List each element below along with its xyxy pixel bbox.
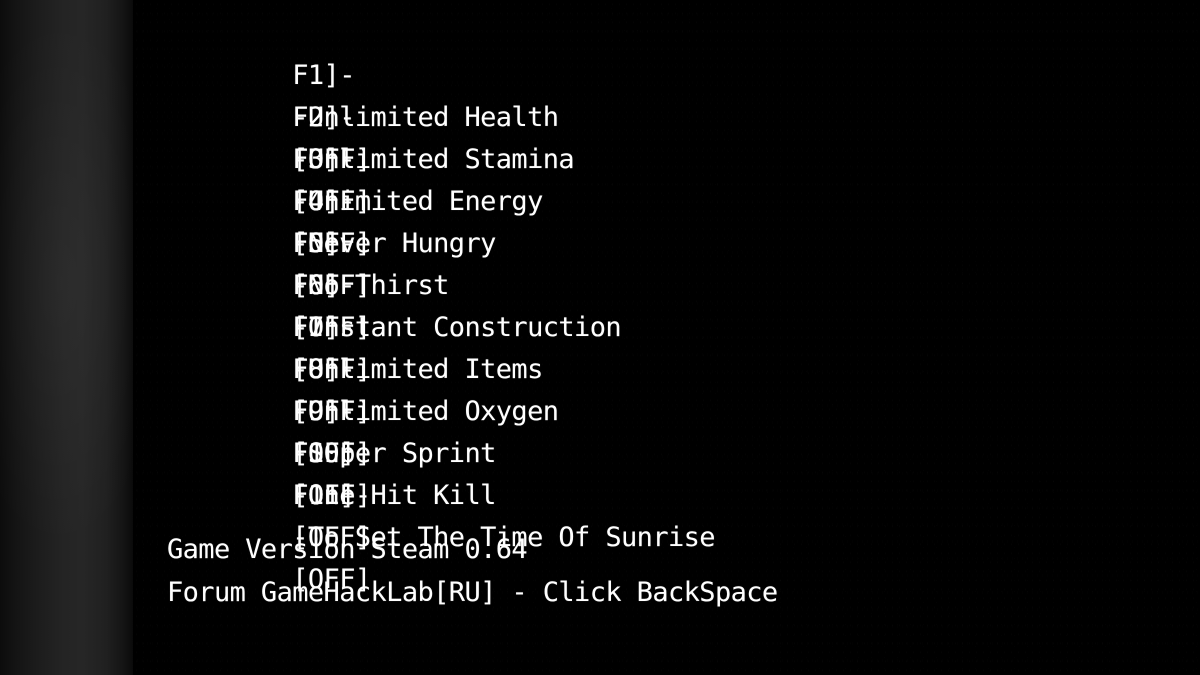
cheat-row[interactable]: F5]- -No Thirst [OFF] (167, 181, 827, 343)
cheat-row[interactable]: F9]- -Super Sprint [OFF] (167, 349, 827, 511)
cheat-row[interactable]: F6]- -Instant Construction [OFF] (167, 223, 827, 385)
cheat-list: F1]- -Unlimited Health [OFF] F2]- -Unlim… (167, 13, 827, 595)
cheat-row[interactable]: F7]- -Unlimited Items [OFF] (167, 265, 827, 427)
trainer-overlay: F1]- -Unlimited Health [OFF] F2]- -Unlim… (0, 0, 1200, 675)
forum-credit-line: Forum GameHackLab[RU] - Click BackSpace (167, 577, 778, 608)
cheat-row[interactable]: F2]- -Unlimited Stamina [OFF] (167, 55, 827, 217)
cheat-row[interactable]: F4]- -Never Hungry [OFF] (167, 139, 827, 301)
cheat-hotkey: F11]- (292, 480, 371, 511)
cheat-row[interactable]: F10]- -One Hit Kill [OFF] (167, 391, 827, 553)
cheat-row[interactable]: F11]- -To Set The Time Of Sunrise [OFF] (167, 433, 827, 595)
trainer-screen: F1]- -Unlimited Health [OFF] F2]- -Unlim… (0, 0, 1200, 675)
cheat-row[interactable]: F8]- -Unlimited Oxygen [OFF] (167, 307, 827, 469)
game-version-line: Game Version Steam 0.64 (167, 534, 528, 565)
cheat-row[interactable]: F3]- -Unimited Energy [OFF] (167, 97, 827, 259)
cheat-row[interactable]: F1]- -Unlimited Health [OFF] (167, 13, 827, 175)
footer-info: Game Version Steam 0.64 Forum GameHackLa… (167, 528, 987, 614)
